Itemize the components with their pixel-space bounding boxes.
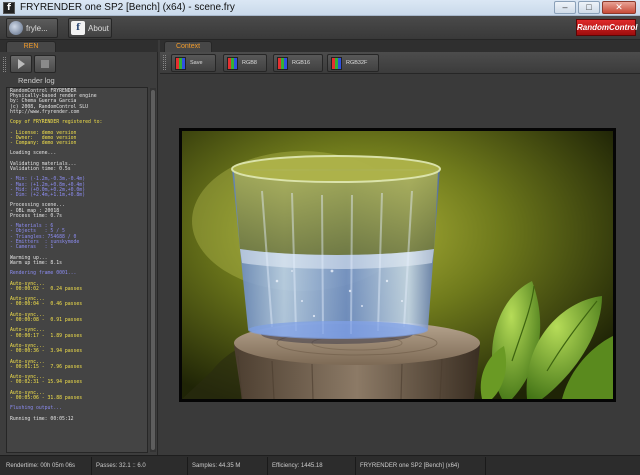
fryle-button[interactable]: fryle... <box>6 18 58 38</box>
maximize-button[interactable]: □ <box>578 1 600 14</box>
left-tab-bar: REN <box>0 40 158 52</box>
tab-context[interactable]: Context <box>164 41 212 52</box>
rgb8-label: RGB8 <box>242 60 257 66</box>
rgb32f-icon <box>331 56 342 70</box>
rgb32f-button[interactable]: RGB32F <box>327 54 379 72</box>
close-button[interactable]: ✕ <box>602 1 636 14</box>
about-label: About <box>88 23 109 33</box>
status-efficiency: Efficiency: 1445.18 <box>268 457 356 475</box>
main-toolbar: fryle... f About RandomControl <box>0 16 640 40</box>
status-passes: Passes: 32.1 :: 6.0 <box>92 457 188 475</box>
right-tab-bar: Context <box>160 40 640 52</box>
play-icon <box>17 59 25 69</box>
tab-ren[interactable]: REN <box>6 41 56 52</box>
save-button[interactable]: Save <box>171 54 216 72</box>
left-panel: Render log RandomControl FRYRENDER Physic… <box>0 52 158 455</box>
log-scroll-thumb[interactable] <box>151 90 155 450</box>
rgb8-button[interactable]: RGB8 <box>223 54 267 72</box>
stop-icon <box>41 60 49 68</box>
status-version: FRYRENDER one SP2 [Bench] (x64) <box>356 457 486 475</box>
play-button[interactable] <box>10 55 32 73</box>
minimize-button[interactable]: – <box>554 1 576 14</box>
render-image[interactable] <box>179 128 616 402</box>
status-samples: Samples: 44.35 M <box>188 457 268 475</box>
rgb32f-label: RGB32F <box>346 60 368 66</box>
render-scene <box>182 131 613 399</box>
about-button[interactable]: f About <box>68 18 112 38</box>
status-spacer <box>486 457 638 475</box>
stop-button[interactable] <box>34 55 56 73</box>
log-scrollbar[interactable] <box>150 88 156 452</box>
title-bar: f FRYRENDER one SP2 [Bench] (x64) - scen… <box>0 0 640 16</box>
rgb8-icon <box>227 56 238 70</box>
status-bar: Rendertime: 00h 05m 06s Passes: 32.1 :: … <box>0 455 640 475</box>
rgb16-icon <box>277 56 288 70</box>
render-log-label: Render log <box>18 76 55 85</box>
app-icon: f <box>3 2 15 14</box>
log-line: Running time: 00:05:12 <box>10 416 74 422</box>
brand-logo: RandomControl <box>576 19 637 36</box>
window-controls: – □ ✕ <box>554 1 636 14</box>
context-toolbar: Save RGB8 RGB16 RGB32F <box>160 52 640 74</box>
rgb16-label: RGB16 <box>292 60 311 66</box>
status-rendertime: Rendertime: 00h 05m 06s <box>2 457 92 475</box>
panel-grip[interactable] <box>3 57 6 72</box>
save-label: Save <box>190 60 203 66</box>
rgb-save-icon <box>175 56 186 70</box>
about-icon: f <box>71 21 85 35</box>
window-title: FRYRENDER one SP2 [Bench] (x64) - scene.… <box>20 2 235 13</box>
render-log[interactable]: RandomControl FRYRENDER Physically-based … <box>6 87 148 453</box>
render-controls <box>10 55 56 73</box>
globe-icon <box>9 21 23 35</box>
toolbar-grip[interactable] <box>163 55 166 70</box>
rgb16-button[interactable]: RGB16 <box>273 54 323 72</box>
fryle-label: fryle... <box>26 23 48 33</box>
